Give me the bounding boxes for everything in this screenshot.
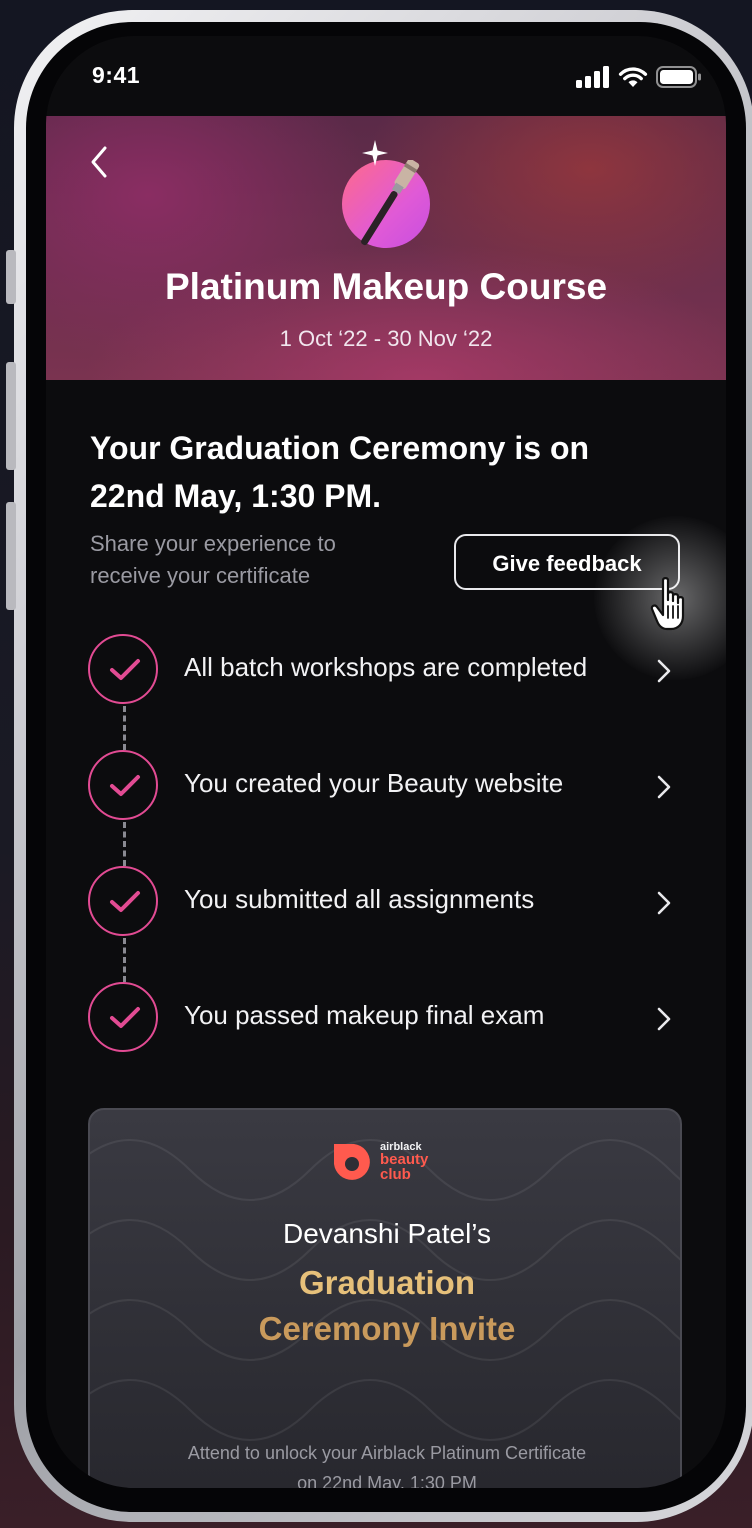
ceremony-subtext: Share your experience to receive your ce…	[90, 531, 336, 588]
invite-title-line2: Ceremony Invite	[258, 1310, 516, 1347]
milestone-item[interactable]: You created your Beauty website	[46, 750, 726, 824]
invite-note-line1: Attend to unlock your Airblack Platinum …	[187, 1443, 587, 1463]
invite-note: Attend to unlock your Airblack Platinum …	[90, 1438, 680, 1488]
invite-note-line2: on 22nd May, 1:30 PM	[297, 1473, 477, 1488]
chevron-right-icon	[657, 659, 671, 683]
check-circle-icon	[88, 750, 158, 820]
sparkle-icon	[362, 140, 388, 166]
invitee-name: Devanshi Patel’s	[282, 1218, 492, 1249]
timeline-connector	[123, 938, 126, 982]
makeup-brush-icon	[361, 160, 420, 246]
ceremony-heading: Your Graduation Ceremony is on 22nd May,…	[90, 430, 590, 514]
milestone-label: You passed makeup final exam	[184, 1000, 545, 1030]
course-dates: 1 Oct ‘22 - 30 Nov ‘22	[279, 326, 493, 351]
checkmark-icon	[110, 1007, 140, 1028]
volume-down-button	[6, 502, 16, 610]
check-circle-icon	[88, 634, 158, 704]
graduation-invite-card[interactable]: airblack beauty club Devanshi Patel’s Gr…	[88, 1108, 682, 1488]
milestone-item[interactable]: You submitted all assignments	[46, 866, 726, 940]
milestone-item[interactable]: All batch workshops are completed	[46, 634, 726, 708]
volume-up-button	[6, 362, 16, 470]
chevron-right-icon	[657, 891, 671, 915]
battery-icon	[656, 66, 701, 88]
milestone-label: You submitted all assignments	[184, 884, 535, 914]
hand-pointer-cursor-icon	[650, 577, 685, 631]
course-icon-badge	[342, 160, 430, 248]
status-time: 9:41	[92, 62, 141, 88]
invite-title: Graduation Ceremony Invite	[90, 1260, 680, 1352]
checkmark-icon	[110, 891, 140, 912]
milestone-label: All batch workshops are completed	[184, 652, 588, 682]
course-title: Platinum Makeup Course	[164, 266, 608, 307]
chevron-left-icon[interactable]	[86, 142, 112, 182]
wifi-icon	[618, 67, 648, 87]
airblack-logo-mark	[334, 1144, 370, 1180]
brand-text-club: club	[380, 1166, 411, 1183]
chevron-right-icon	[657, 775, 671, 799]
app-screen: 9:41 Platinum Makeup Course 1 Oct ‘22 - …	[46, 36, 726, 1488]
checkmark-icon	[110, 659, 140, 680]
chevron-right-icon	[657, 1007, 671, 1031]
check-circle-icon	[88, 866, 158, 936]
check-circle-icon	[88, 982, 158, 1052]
timeline-connector	[123, 706, 126, 750]
give-feedback-button[interactable]: Give feedback	[454, 534, 680, 590]
timeline-connector	[123, 822, 126, 866]
status-bar: 9:41	[46, 36, 726, 116]
checkmark-icon	[110, 775, 140, 796]
milestone-item[interactable]: You passed makeup final exam	[46, 982, 726, 1056]
cellular-signal-icon	[576, 66, 609, 88]
mute-switch	[6, 250, 16, 304]
status-icons	[576, 66, 702, 88]
brand-text-beauty: beauty	[380, 1151, 429, 1168]
milestone-label: You created your Beauty website	[184, 768, 564, 798]
invite-title-line1: Graduation	[298, 1264, 475, 1301]
airblack-logo: airblack beauty club	[330, 1138, 450, 1190]
course-header: Platinum Makeup Course 1 Oct ‘22 - 30 No…	[46, 116, 726, 380]
